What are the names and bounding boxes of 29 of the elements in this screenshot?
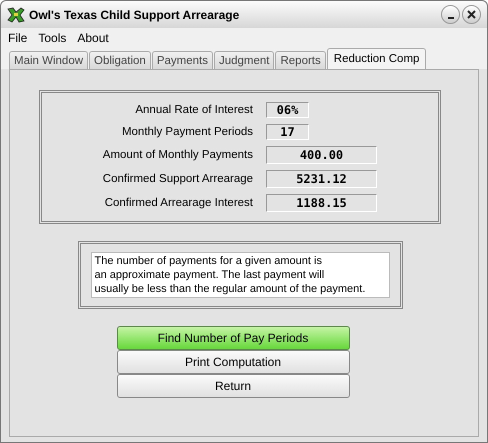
window-title: Owl's Texas Child Support Arrearage [29, 8, 240, 22]
value-field: 1188.15 [266, 194, 377, 212]
menu-item[interactable]: File [7, 30, 28, 44]
tab[interactable]: Payments [152, 51, 213, 69]
field-label: Confirmed Arrearage Interest [104, 197, 253, 209]
field-label: Confirmed Support Arrearage [102, 173, 253, 185]
field-label: Amount of Monthly Payments [102, 149, 253, 161]
action-button[interactable]: Find Number of Pay Periods [116, 326, 350, 350]
tab[interactable]: Obligation [89, 51, 151, 69]
tab[interactable]: Main Window [9, 51, 88, 69]
app-icon [7, 6, 25, 22]
field-label: Annual Rate of Interest [134, 104, 253, 116]
close-icon [467, 10, 476, 19]
menu-item[interactable]: Tools [37, 30, 68, 44]
field-label: Monthly Payment Periods [120, 126, 253, 138]
action-button[interactable]: Return [116, 374, 350, 398]
note-text: The number of payments for a given amount is an approximate payment. The last payment will usually be less than the regular amount of the payment. [90, 252, 390, 298]
action-button[interactable]: Print Computation [116, 350, 350, 374]
tab[interactable]: Reports [275, 51, 326, 69]
tab[interactable]: Judgment [214, 51, 274, 69]
value-field: 5231.12 [266, 170, 377, 188]
close-button[interactable] [462, 5, 481, 24]
value-field: 400.00 [266, 146, 377, 164]
tab[interactable]: Reduction Comp [326, 48, 426, 69]
value-field: 06% [266, 102, 309, 118]
value-field: 17 [266, 124, 309, 140]
minimize-button[interactable] [441, 5, 460, 24]
minimize-icon [448, 16, 454, 18]
menu-item[interactable]: About [76, 30, 110, 44]
